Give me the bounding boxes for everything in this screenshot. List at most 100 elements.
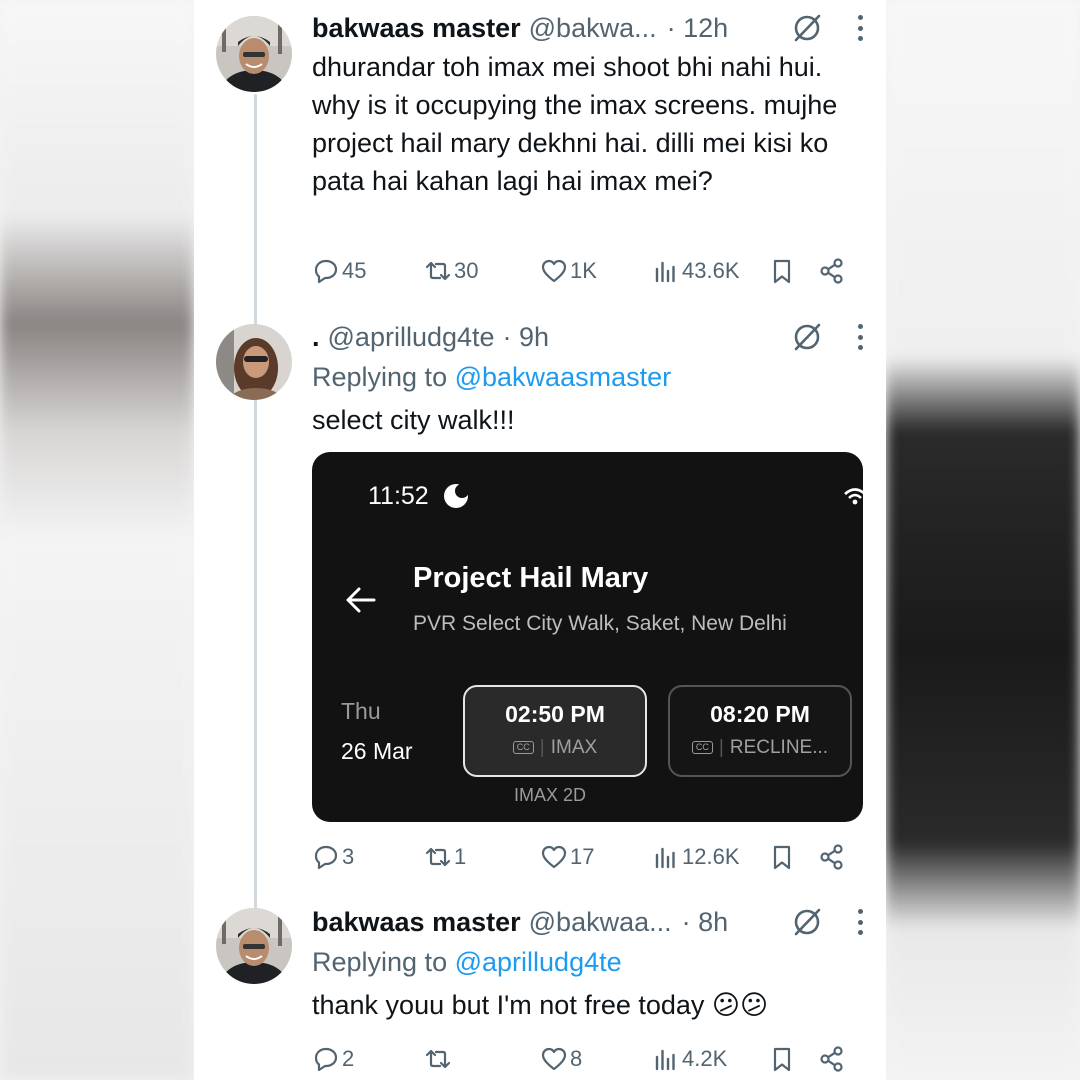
status-time: 11:52 — [368, 482, 429, 510]
handle[interactable]: @bakwa... — [529, 13, 657, 44]
bookmark-button[interactable] — [768, 841, 796, 873]
slot-time: 08:20 PM — [710, 701, 810, 727]
heart-icon — [541, 259, 567, 283]
share-icon — [820, 844, 843, 870]
replying-to: Replying to @aprilludg4te — [312, 944, 864, 980]
tweet-actions: 45 30 1K 43.6K — [312, 255, 852, 287]
grok-icon[interactable] — [792, 907, 822, 937]
tweet-text: select city walk!!! — [312, 405, 515, 435]
views-icon — [655, 847, 675, 869]
background-blur-right — [886, 0, 1080, 1080]
tweet-text: thank youu but I'm not free today 😕😕 — [312, 990, 769, 1020]
bookmark-button[interactable] — [768, 255, 796, 287]
repost-icon — [425, 1049, 451, 1069]
share-button[interactable] — [818, 255, 846, 287]
like-button[interactable]: 8 — [540, 1043, 582, 1075]
like-count: 1K — [570, 258, 597, 283]
moon-icon — [444, 484, 469, 508]
bookmark-icon — [773, 1047, 791, 1072]
showtime-slot[interactable]: 08:20 PM CC | RECLINE... — [668, 685, 852, 777]
tweet-header: bakwaas master @bakwa... · 12h — [312, 10, 864, 46]
more-icon[interactable] — [856, 15, 864, 41]
handle[interactable]: @aprilludg4te — [328, 322, 495, 353]
reply-button[interactable]: 45 — [312, 255, 366, 287]
grok-icon[interactable] — [792, 13, 822, 43]
reply-icon — [314, 845, 338, 870]
tweet-actions: 3 1 17 12.6K — [312, 841, 852, 873]
views-button[interactable]: 4.2K — [652, 1043, 727, 1075]
mention-link[interactable]: @aprilludg4te — [455, 947, 622, 977]
grok-icon[interactable] — [792, 322, 822, 352]
handle[interactable]: @bakwaa... — [529, 907, 672, 938]
show-date: 26 Mar — [341, 738, 413, 764]
repost-count: 1 — [454, 844, 467, 869]
avatar[interactable] — [216, 908, 292, 984]
reply-count: 3 — [342, 844, 355, 869]
like-count: 17 — [570, 844, 595, 869]
reply-button[interactable]: 2 — [312, 1043, 354, 1075]
slot-format: CC | RECLINE... — [670, 737, 850, 759]
tweet-header: . @aprilludg4te · 9h — [312, 319, 864, 355]
views-button[interactable]: 43.6K — [652, 255, 740, 287]
like-button[interactable]: 17 — [540, 841, 594, 873]
repost-button[interactable]: 1 — [424, 841, 466, 873]
display-name[interactable]: . — [312, 322, 320, 353]
avatar[interactable] — [216, 16, 292, 92]
thread-connector-line — [254, 94, 257, 924]
repost-button[interactable]: 30 — [424, 255, 478, 287]
share-button[interactable] — [818, 841, 846, 873]
views-count: 43.6K — [682, 258, 740, 283]
reply-count: 45 — [342, 258, 367, 283]
timestamp[interactable]: · 8h — [682, 907, 729, 938]
replying-to: Replying to @bakwaasmaster — [312, 359, 864, 395]
slot-format-label: RECLINE... — [729, 737, 829, 758]
reply-icon — [314, 1047, 338, 1072]
movie-title: Project Hail Mary — [413, 562, 649, 594]
slot-format-label: IMAX — [550, 737, 598, 758]
background-blur-left — [0, 0, 194, 1080]
bookmark-icon — [773, 845, 791, 870]
tweet-text: dhurandar toh imax mei shoot bhi nahi hu… — [312, 52, 838, 196]
tweet-header: bakwaas master @bakwaa... · 8h — [312, 904, 864, 940]
repost-icon — [425, 261, 451, 281]
display-name[interactable]: bakwaas master — [312, 907, 521, 938]
tweet-actions: 2 8 4.2K — [312, 1043, 852, 1075]
slot-time: 02:50 PM — [505, 701, 605, 727]
avatar[interactable] — [216, 324, 292, 400]
share-icon — [820, 1046, 843, 1072]
views-icon — [655, 1049, 675, 1071]
timestamp[interactable]: · 9h — [503, 322, 550, 353]
views-button[interactable]: 12.6K — [652, 841, 740, 873]
back-arrow-icon[interactable] — [344, 585, 378, 615]
display-name[interactable]: bakwaas master — [312, 13, 521, 44]
showtime-slot-selected[interactable]: 02:50 PM CC | IMAX — [463, 685, 647, 777]
views-count: 4.2K — [682, 1046, 728, 1071]
reply-button[interactable]: 3 — [312, 841, 354, 873]
repost-button[interactable] — [424, 1043, 454, 1075]
bookmark-icon — [773, 259, 791, 284]
share-button[interactable] — [818, 1043, 846, 1075]
heart-icon — [541, 1047, 567, 1071]
more-icon[interactable] — [856, 324, 864, 350]
views-count: 12.6K — [682, 844, 740, 869]
views-icon — [655, 261, 675, 283]
more-icon[interactable] — [856, 909, 864, 935]
attached-image[interactable]: 11:52 Project Hail Mary PVR Select City … — [312, 452, 863, 822]
timestamp[interactable]: · 12h — [667, 13, 729, 44]
replying-to-label: Replying to — [312, 947, 448, 977]
reply-icon — [314, 259, 338, 284]
cc-icon: CC — [512, 741, 534, 755]
reply-count: 2 — [342, 1046, 355, 1071]
cc-icon: CC — [691, 741, 713, 755]
replying-to-label: Replying to — [312, 362, 448, 392]
like-count: 8 — [570, 1046, 583, 1071]
tweet-thread: bakwaas master @bakwa... · 12h dhurandar… — [194, 0, 886, 1080]
show-day: Thu — [341, 698, 381, 724]
slot-format: CC | IMAX — [465, 737, 645, 759]
like-button[interactable]: 1K — [540, 255, 597, 287]
slot-note: IMAX 2D — [514, 785, 587, 805]
share-icon — [820, 258, 843, 284]
bookmark-button[interactable] — [768, 1043, 796, 1075]
wifi-icon — [844, 488, 863, 505]
mention-link[interactable]: @bakwaasmaster — [455, 362, 672, 392]
